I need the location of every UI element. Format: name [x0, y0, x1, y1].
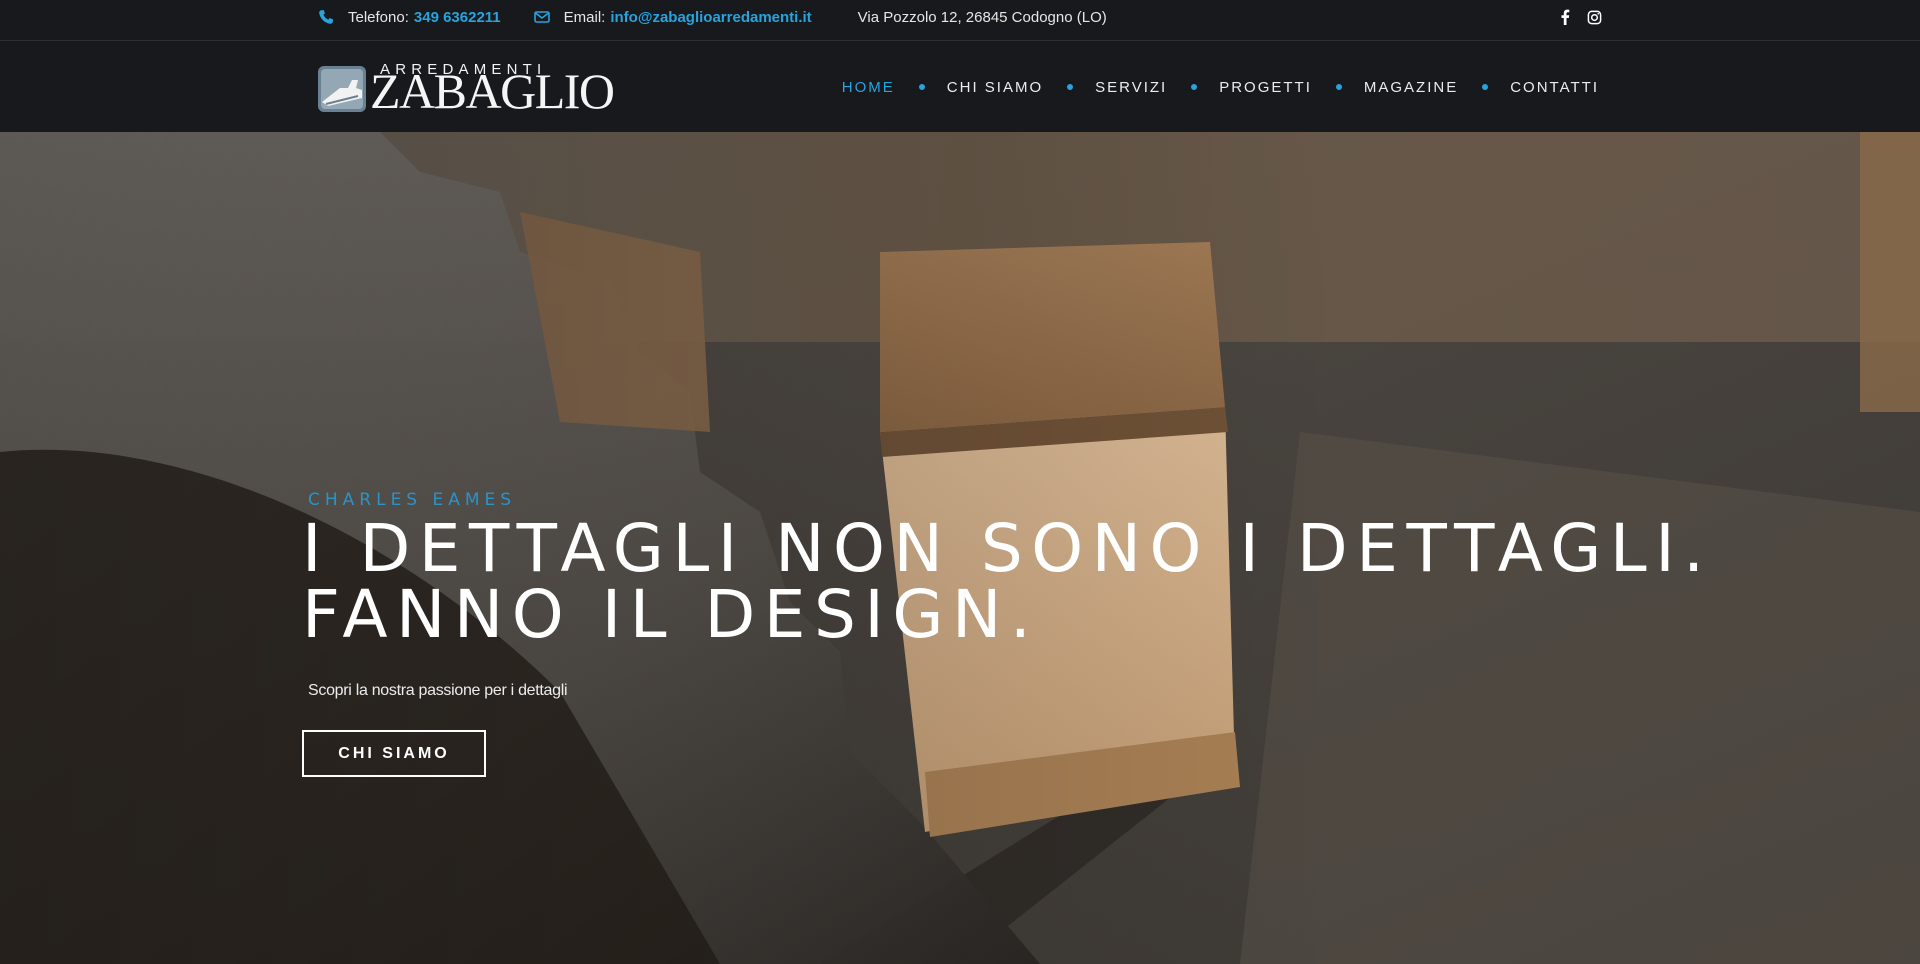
phone-info: Telefono: 349 6362211 [318, 9, 501, 26]
address-text: Via Pozzolo 12, 26845 Codogno (LO) [857, 8, 1107, 26]
nav-separator [1335, 84, 1342, 90]
envelope-icon [533, 9, 550, 25]
nav-magazine[interactable]: MAGAZINE [1364, 79, 1458, 96]
hero-content: CHARLES EAMES I DETTAGLI NON SONO I DETT… [302, 490, 1713, 777]
hero-slider: CHARLES EAMES I DETTAGLI NON SONO I DETT… [0, 132, 1920, 964]
hero-headline: I DETTAGLI NON SONO I DETTAGLI. FANNO IL… [302, 510, 1713, 653]
email-link[interactable]: info@zabaglioarredamenti.it [610, 9, 811, 26]
hero-eyebrow: CHARLES EAMES [308, 490, 517, 510]
nav-progetti[interactable]: PROGETTI [1219, 79, 1312, 96]
nav-separator [1067, 84, 1074, 90]
email-label: Email: [563, 8, 606, 26]
site-header: ARREDAMENTI ZABAGLIO HOME CHI SIAMO SERV… [0, 42, 1920, 132]
main-navigation: HOME CHI SIAMO SERVIZI PROGETTI MAGAZINE… [842, 42, 1599, 132]
chi-siamo-button[interactable]: CHI SIAMO [302, 730, 486, 777]
instagram-icon[interactable] [1586, 9, 1602, 25]
nav-chi-siamo[interactable]: CHI SIAMO [947, 79, 1043, 96]
facebook-icon[interactable] [1557, 9, 1573, 25]
nav-separator [1191, 84, 1198, 90]
nav-home[interactable]: HOME [842, 79, 895, 96]
nav-servizi[interactable]: SERVIZI [1095, 79, 1167, 96]
address-info: Via Pozzolo 12, 26845 Codogno (LO) [858, 9, 1107, 26]
email-info: Email: info@zabaglioarredamenti.it [533, 8, 812, 26]
top-info-bar: Telefono: 349 6362211 Email: info@zabagl… [0, 0, 1920, 41]
nav-separator [1482, 84, 1489, 90]
hero-headline-line1: I DETTAGLI NON SONO I DETTAGLI. [302, 510, 1713, 587]
logo-wordmark: ARREDAMENTI ZABAGLIO [370, 62, 615, 116]
nav-separator [918, 84, 925, 90]
hero-subtitle: Scopri la nostra passione per i dettagli [308, 682, 568, 699]
hero-headline-line2: FANNO IL DESIGN. [302, 576, 1040, 653]
phone-label: Telefono: [348, 8, 409, 26]
phone-icon [318, 9, 334, 25]
site-logo[interactable]: ARREDAMENTI ZABAGLIO [318, 62, 615, 116]
nav-contatti[interactable]: CONTATTI [1510, 79, 1599, 96]
plane-tool-logo-icon [318, 66, 366, 112]
logo-title: ZABAGLIO [370, 63, 615, 119]
social-links [1557, 9, 1602, 25]
phone-link[interactable]: 349 6362211 [414, 9, 501, 26]
